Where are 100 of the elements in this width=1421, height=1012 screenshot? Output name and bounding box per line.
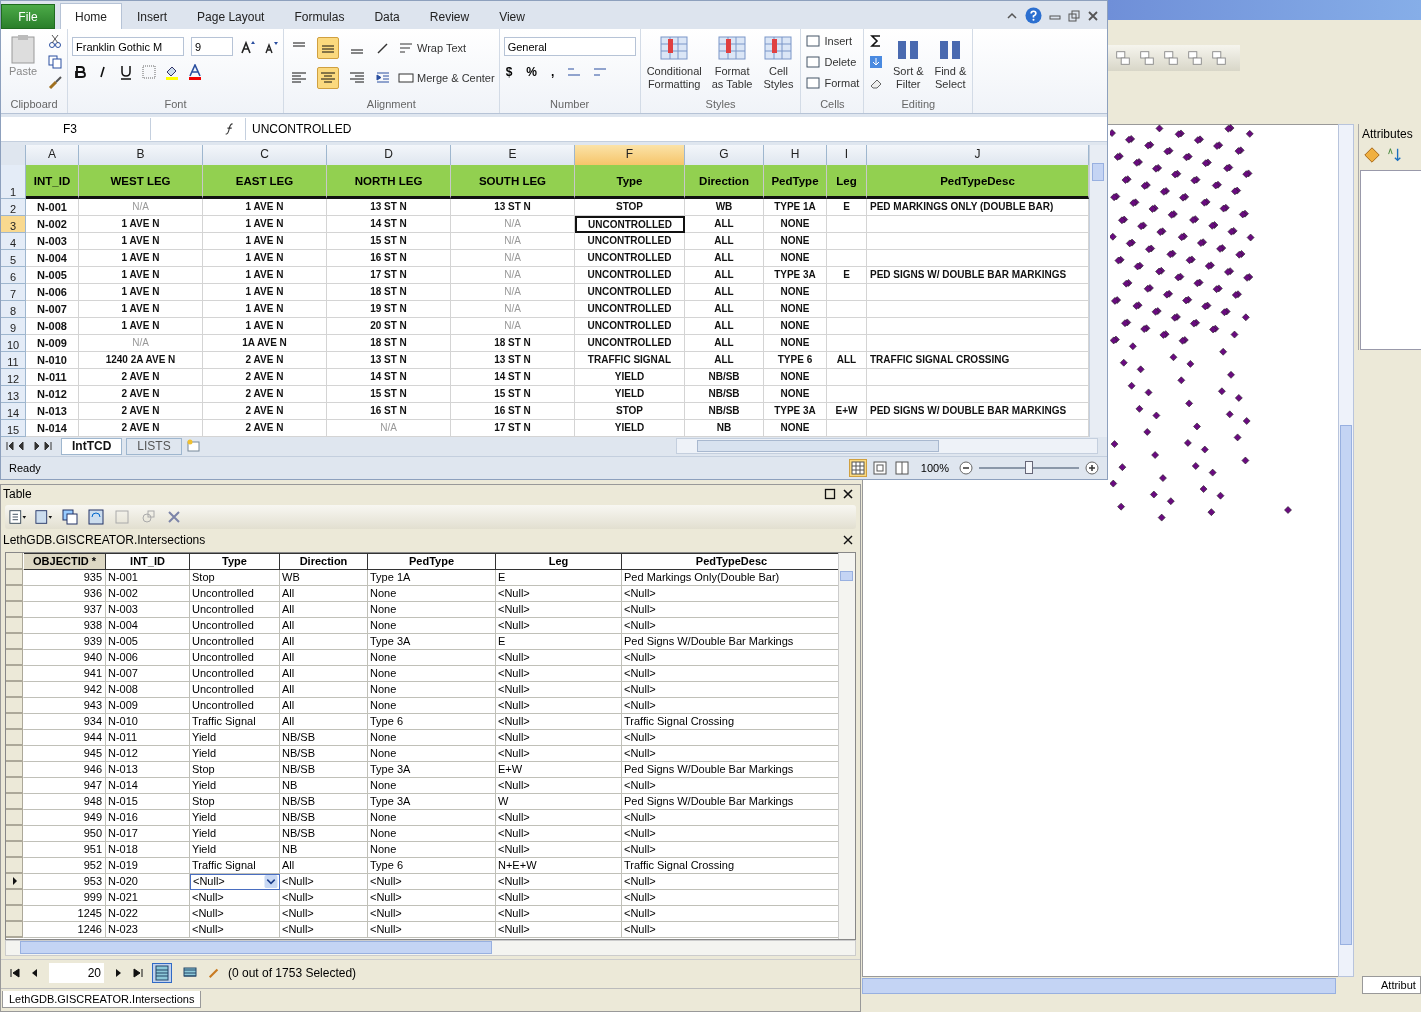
ribbon-tab[interactable]: Review <box>414 5 485 29</box>
ribbon-tab[interactable]: Data <box>359 5 415 29</box>
column-header[interactable]: PedType <box>368 552 496 570</box>
row-header[interactable]: 15 <box>1 420 26 437</box>
row-header[interactable]: 3 <box>1 216 26 233</box>
formula-field[interactable]: UNCONTROLLED <box>245 118 1107 140</box>
file-tab[interactable]: File <box>1 4 55 29</box>
column-header[interactable]: Leg <box>496 552 622 570</box>
fill-down-icon[interactable] <box>868 54 885 70</box>
scissors-icon[interactable] <box>47 33 63 49</box>
sort-icon[interactable] <box>1385 146 1403 164</box>
font-color-icon[interactable] <box>187 64 203 80</box>
column-header[interactable]: C <box>203 145 327 166</box>
column-header[interactable]: I <box>827 145 867 166</box>
related-tables-icon[interactable] <box>35 508 53 525</box>
column-header[interactable]: OBJECTID * <box>24 552 106 570</box>
row-header[interactable]: 6 <box>1 267 26 284</box>
zoom-slider-thumb[interactable] <box>1025 461 1033 474</box>
scrollbar[interactable] <box>5 940 856 957</box>
column-header[interactable]: D <box>327 145 451 166</box>
cells-button[interactable]: Insert <box>805 33 860 49</box>
column-header[interactable]: Direction <box>280 552 368 570</box>
column-header[interactable]: A <box>26 145 79 166</box>
help-icon[interactable] <box>1025 7 1042 24</box>
row-header[interactable]: 7 <box>1 284 26 301</box>
document-icon[interactable] <box>1114 49 1132 67</box>
restore-icon[interactable] <box>1068 9 1080 22</box>
document-icon[interactable] <box>1162 49 1180 67</box>
merge-center-button[interactable]: Merge & Center <box>398 70 495 86</box>
row-header[interactable]: 11 <box>1 352 26 369</box>
zoom-out-icon[interactable] <box>959 461 973 475</box>
number-format-button[interactable]: % <box>524 65 539 79</box>
row-header[interactable]: 13 <box>1 386 26 403</box>
row-header[interactable]: 4 <box>1 233 26 250</box>
dropdown-field[interactable]: <Null> <box>190 873 280 890</box>
style-button[interactable]: Format as Table <box>709 33 755 91</box>
underline-icon[interactable] <box>118 64 134 80</box>
switch-selection-icon[interactable] <box>87 508 105 525</box>
sheet-tab[interactable]: LISTS <box>126 437 182 455</box>
style-button[interactable]: Cell Styles <box>760 33 797 91</box>
row-header[interactable]: 1 <box>1 165 26 199</box>
row-header[interactable]: 5 <box>1 250 26 267</box>
row-header[interactable]: 8 <box>1 301 26 318</box>
panel-tab[interactable]: Attribut <box>1362 976 1421 994</box>
ribbon-tab[interactable]: Formulas <box>279 5 360 29</box>
border-icon[interactable] <box>141 64 157 80</box>
paste-button[interactable]: Paste <box>8 65 38 78</box>
row-header[interactable]: 14 <box>1 403 26 420</box>
column-header[interactable]: J <box>867 145 1089 166</box>
wrap-text-button[interactable]: Wrap Text <box>398 40 467 56</box>
normal-view-icon[interactable] <box>848 459 867 477</box>
ribbon-tab[interactable]: View <box>484 5 540 29</box>
column-header[interactable]: E <box>451 145 575 166</box>
scrollbar-thumb[interactable] <box>1092 163 1104 181</box>
column-header[interactable]: G <box>685 145 764 166</box>
orientation-icon[interactable] <box>375 40 391 56</box>
zoom-to-selected-icon[interactable] <box>139 508 157 525</box>
close-icon[interactable] <box>842 533 854 546</box>
page-break-icon[interactable] <box>892 459 911 477</box>
column-header[interactable]: PedTypeDesc <box>622 552 839 570</box>
number-format-button[interactable]: $ <box>503 65 515 79</box>
editing-button[interactable]: Find & Select <box>932 33 969 91</box>
cells-button[interactable]: Format <box>805 75 860 91</box>
cells-button[interactable]: Delete <box>805 54 860 70</box>
bold-icon[interactable] <box>72 64 88 80</box>
select-by-attributes-icon[interactable] <box>61 508 79 525</box>
ribbon-tab[interactable]: Insert <box>122 5 183 29</box>
last-record-icon[interactable] <box>132 967 144 980</box>
scrollbar[interactable] <box>675 438 1098 454</box>
vertical-align-icon[interactable] <box>317 37 339 59</box>
sheet-tab[interactable]: IntTCD <box>61 437 123 455</box>
name-box[interactable]: F3 <box>1 118 151 140</box>
editing-button[interactable]: Sort & Filter <box>890 33 927 91</box>
number-format-field[interactable]: General <box>503 37 636 56</box>
document-icon[interactable] <box>1210 49 1228 67</box>
select-all-button[interactable] <box>1 145 26 166</box>
ribbon-tab[interactable]: Home <box>60 3 122 29</box>
style-button[interactable]: Conditional Formatting <box>644 33 704 91</box>
row-header[interactable]: 9 <box>1 318 26 335</box>
maximize-icon[interactable] <box>824 487 836 500</box>
indent-icon[interactable] <box>375 70 391 86</box>
row-header[interactable]: 12 <box>1 369 26 386</box>
brush-icon[interactable] <box>47 75 63 91</box>
copy-icon[interactable] <box>47 54 63 70</box>
scrollbar-thumb[interactable] <box>840 570 854 581</box>
column-header[interactable]: INT_ID <box>106 552 190 570</box>
horizontal-align-icon[interactable] <box>317 67 339 89</box>
first-record-icon[interactable] <box>9 967 21 980</box>
font-name-field[interactable]: Franklin Gothic M <box>72 37 184 56</box>
scrollbar-thumb[interactable] <box>20 941 492 955</box>
document-icon[interactable] <box>1138 49 1156 67</box>
row-header[interactable]: 2 <box>1 199 26 216</box>
scrollbar[interactable] <box>862 978 1336 994</box>
column-header[interactable]: H <box>764 145 827 166</box>
scrollbar[interactable] <box>1338 124 1354 977</box>
document-icon[interactable] <box>1186 49 1204 67</box>
fill-color-icon[interactable] <box>164 64 180 80</box>
font-size-field[interactable]: 9 <box>191 37 233 56</box>
new-sheet-icon[interactable] <box>185 438 202 454</box>
page-layout-icon[interactable] <box>870 459 889 477</box>
